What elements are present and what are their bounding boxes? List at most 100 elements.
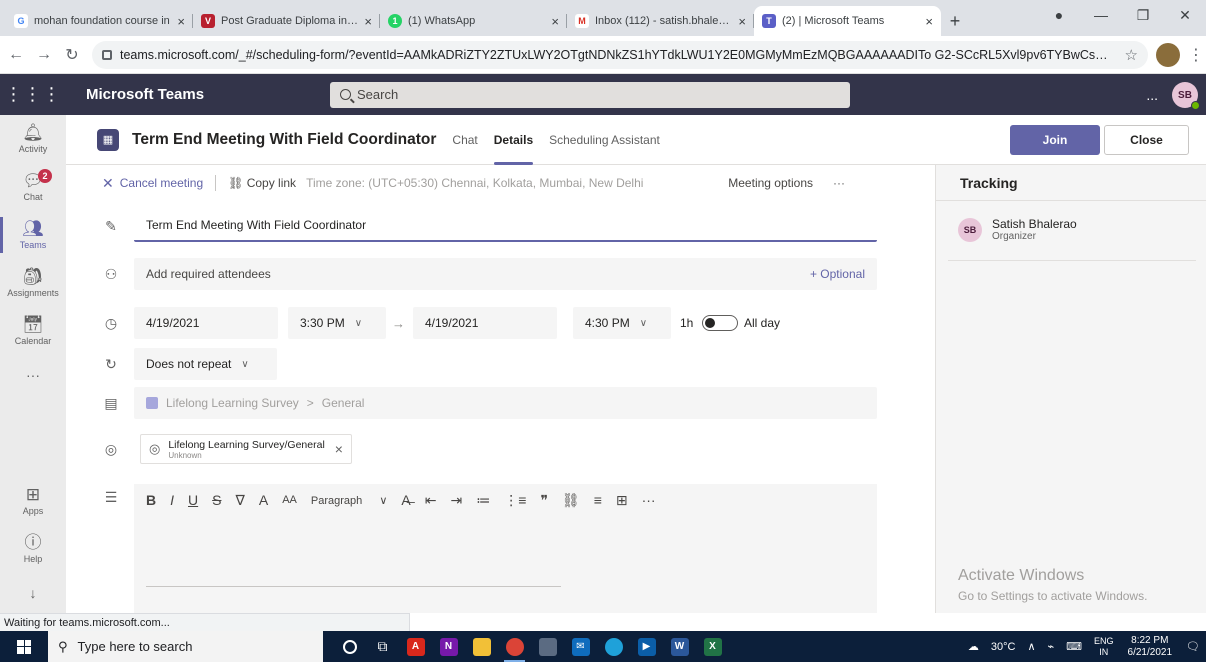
copy-link-button[interactable]: ⛓ Copy link — [228, 176, 296, 190]
notifications-icon[interactable]: 🗨︎ — [1186, 640, 1200, 653]
browser-tab-whatsapp[interactable]: 1 (1) WhatsApp × — [380, 6, 567, 36]
bookmark-star-icon[interactable]: ☆ — [1125, 46, 1138, 64]
highlight-icon[interactable]: ∇ — [235, 492, 244, 509]
forward-button[interactable]: → — [32, 46, 56, 64]
tray-chevron-icon[interactable]: ∧ — [1027, 640, 1035, 653]
tab-details[interactable]: Details — [493, 115, 534, 165]
tab-chat[interactable]: Chat — [452, 115, 477, 165]
end-date-picker[interactable]: 4/19/2021 — [413, 307, 557, 339]
rail-item-help[interactable]: ⓘ Help — [0, 525, 66, 573]
more-apps-icon[interactable]: ··· — [0, 355, 66, 395]
channel-name: General — [321, 396, 365, 410]
attendee-item[interactable]: SB Satish Bhalerao Organizer — [958, 217, 1077, 242]
link-icon[interactable]: ⛓ — [562, 492, 580, 509]
onenote-icon[interactable]: N — [432, 631, 465, 662]
browser-tab-google[interactable]: G mohan foundation course in × — [6, 6, 193, 36]
more-actions-icon[interactable]: ··· — [833, 176, 845, 190]
bullet-list-icon[interactable]: ≔ — [476, 492, 490, 509]
all-day-toggle[interactable] — [702, 315, 738, 331]
temperature[interactable]: 30°C — [991, 641, 1016, 653]
start-date-picker[interactable]: 4/19/2021 — [134, 307, 278, 339]
close-tab-icon[interactable]: × — [925, 14, 933, 29]
rail-item-assignments[interactable]: 🎒︎ Assignments — [0, 259, 66, 307]
browser-tab-pgdiploma[interactable]: V Post Graduate Diploma in Tra × — [193, 6, 380, 36]
table-icon[interactable]: ⊞ — [616, 492, 628, 509]
word-icon[interactable]: W — [663, 631, 696, 662]
profile-circle-icon[interactable]: ● — [1038, 0, 1080, 30]
search-input[interactable]: Search — [330, 81, 850, 108]
font-size-icon[interactable]: AA — [282, 494, 297, 506]
new-tab-button[interactable]: + — [941, 6, 969, 36]
start-button[interactable] — [0, 639, 48, 654]
back-button[interactable]: ← — [4, 46, 28, 64]
keyboard-icon[interactable]: ⌨ — [1066, 640, 1082, 653]
cancel-meeting-button[interactable]: ✕ Cancel meeting — [102, 175, 203, 192]
rail-item-calendar[interactable]: 📅︎ Calendar — [0, 307, 66, 355]
browser-menu-icon[interactable]: ⋮ — [1186, 45, 1206, 65]
task-view-icon[interactable]: ⧉ — [366, 631, 399, 662]
remove-location-icon[interactable]: × — [335, 441, 343, 457]
close-tab-icon[interactable]: × — [177, 14, 185, 29]
rail-item-apps[interactable]: ⊞ Apps — [0, 477, 66, 525]
excel-icon[interactable]: X — [696, 631, 729, 662]
outdent-icon[interactable]: ⇤ — [425, 492, 437, 509]
language-indicator[interactable]: ENG IN — [1094, 636, 1114, 658]
attendee-role: Organizer — [992, 231, 1036, 242]
app-feather-icon[interactable] — [531, 631, 564, 662]
chrome-icon[interactable] — [498, 631, 531, 662]
media-player-icon[interactable]: ▶ — [630, 631, 663, 662]
close-tab-icon[interactable]: × — [364, 14, 372, 29]
quote-icon[interactable]: ❞ — [540, 492, 548, 509]
title-input[interactable]: Term End Meeting With Field Coordinator — [134, 210, 877, 242]
rail-item-activity[interactable]: 🔔︎ Activity — [0, 115, 66, 163]
minimize-button[interactable]: — — [1080, 0, 1122, 30]
taskbar-search-input[interactable]: ⚲ Type here to search — [48, 631, 323, 662]
paragraph-dropdown[interactable]: Paragraph ∨ — [311, 494, 387, 507]
attendees-input[interactable]: Add required attendees + Optional — [134, 258, 877, 290]
url-bar[interactable]: teams.microsoft.com/_#/scheduling-form/?… — [92, 40, 1148, 69]
optional-attendees-link[interactable]: + Optional — [810, 267, 865, 281]
weather-icon[interactable]: ☁ — [968, 640, 979, 653]
repeat-dropdown[interactable]: Does not repeat ∨ — [134, 348, 277, 380]
join-button[interactable]: Join — [1010, 125, 1100, 155]
numbered-list-icon[interactable]: ⋮≡ — [504, 492, 526, 509]
italic-icon[interactable]: I — [170, 492, 174, 508]
mail-icon[interactable]: ✉ — [564, 631, 597, 662]
close-tab-icon[interactable]: × — [551, 14, 559, 29]
underline-icon[interactable]: U — [188, 492, 198, 508]
user-avatar[interactable]: SB — [1172, 82, 1200, 110]
edge-icon[interactable] — [597, 631, 630, 662]
close-button[interactable]: Close — [1104, 125, 1189, 155]
location-chip[interactable]: ◎ Lifelong Learning Survey/General Unkno… — [140, 434, 352, 464]
bold-icon[interactable]: B — [146, 492, 156, 508]
align-icon[interactable]: ≡ — [594, 492, 602, 508]
reload-button[interactable]: ↻ — [60, 45, 84, 65]
clear-format-icon[interactable]: A̶ — [401, 492, 410, 508]
download-arrow-icon[interactable]: ↓ — [0, 573, 66, 613]
clock[interactable]: 8:22 PM 6/21/2021 — [1128, 635, 1173, 659]
close-tab-icon[interactable]: × — [738, 14, 746, 29]
window-close-button[interactable]: ✕ — [1164, 0, 1206, 30]
font-color-icon[interactable]: A — [259, 492, 268, 508]
profile-avatar[interactable] — [1156, 42, 1180, 67]
network-icon[interactable]: ⌁ — [1048, 640, 1055, 653]
strikethrough-icon[interactable]: S — [212, 492, 221, 508]
browser-tab-gmail[interactable]: M Inbox (112) - satish.bhalerao × — [567, 6, 754, 36]
acrobat-icon[interactable]: A — [399, 631, 432, 662]
description-editor[interactable]: B I U S ∇ A AA Paragraph ∨ A̶ ⇤ ⇥ ≔ ⋮≡ ❞… — [134, 484, 877, 613]
more-options-icon[interactable]: ... — [1146, 87, 1158, 103]
indent-icon[interactable]: ⇥ — [450, 492, 462, 509]
file-explorer-icon[interactable] — [465, 631, 498, 662]
more-format-icon[interactable]: ··· — [642, 492, 656, 508]
restore-button[interactable]: ❐ — [1122, 0, 1164, 30]
location-text: Lifelong Learning Survey/General Unknown — [168, 439, 324, 460]
tab-scheduling-assistant[interactable]: Scheduling Assistant — [549, 115, 660, 165]
start-time-dropdown[interactable]: 3:30 PM ∨ — [288, 307, 386, 339]
browser-tab-teams[interactable]: T (2) | Microsoft Teams × — [754, 6, 941, 36]
rail-item-chat[interactable]: 💬︎ 2 Chat — [0, 163, 66, 211]
meeting-options-button[interactable]: Meeting options — [728, 176, 813, 190]
cortana-icon[interactable] — [333, 631, 366, 662]
app-launcher-icon[interactable]: ⋮⋮⋮ — [0, 84, 66, 105]
end-time-dropdown[interactable]: 4:30 PM ∨ — [573, 307, 671, 339]
rail-item-teams[interactable]: 👥︎ Teams — [0, 211, 66, 259]
